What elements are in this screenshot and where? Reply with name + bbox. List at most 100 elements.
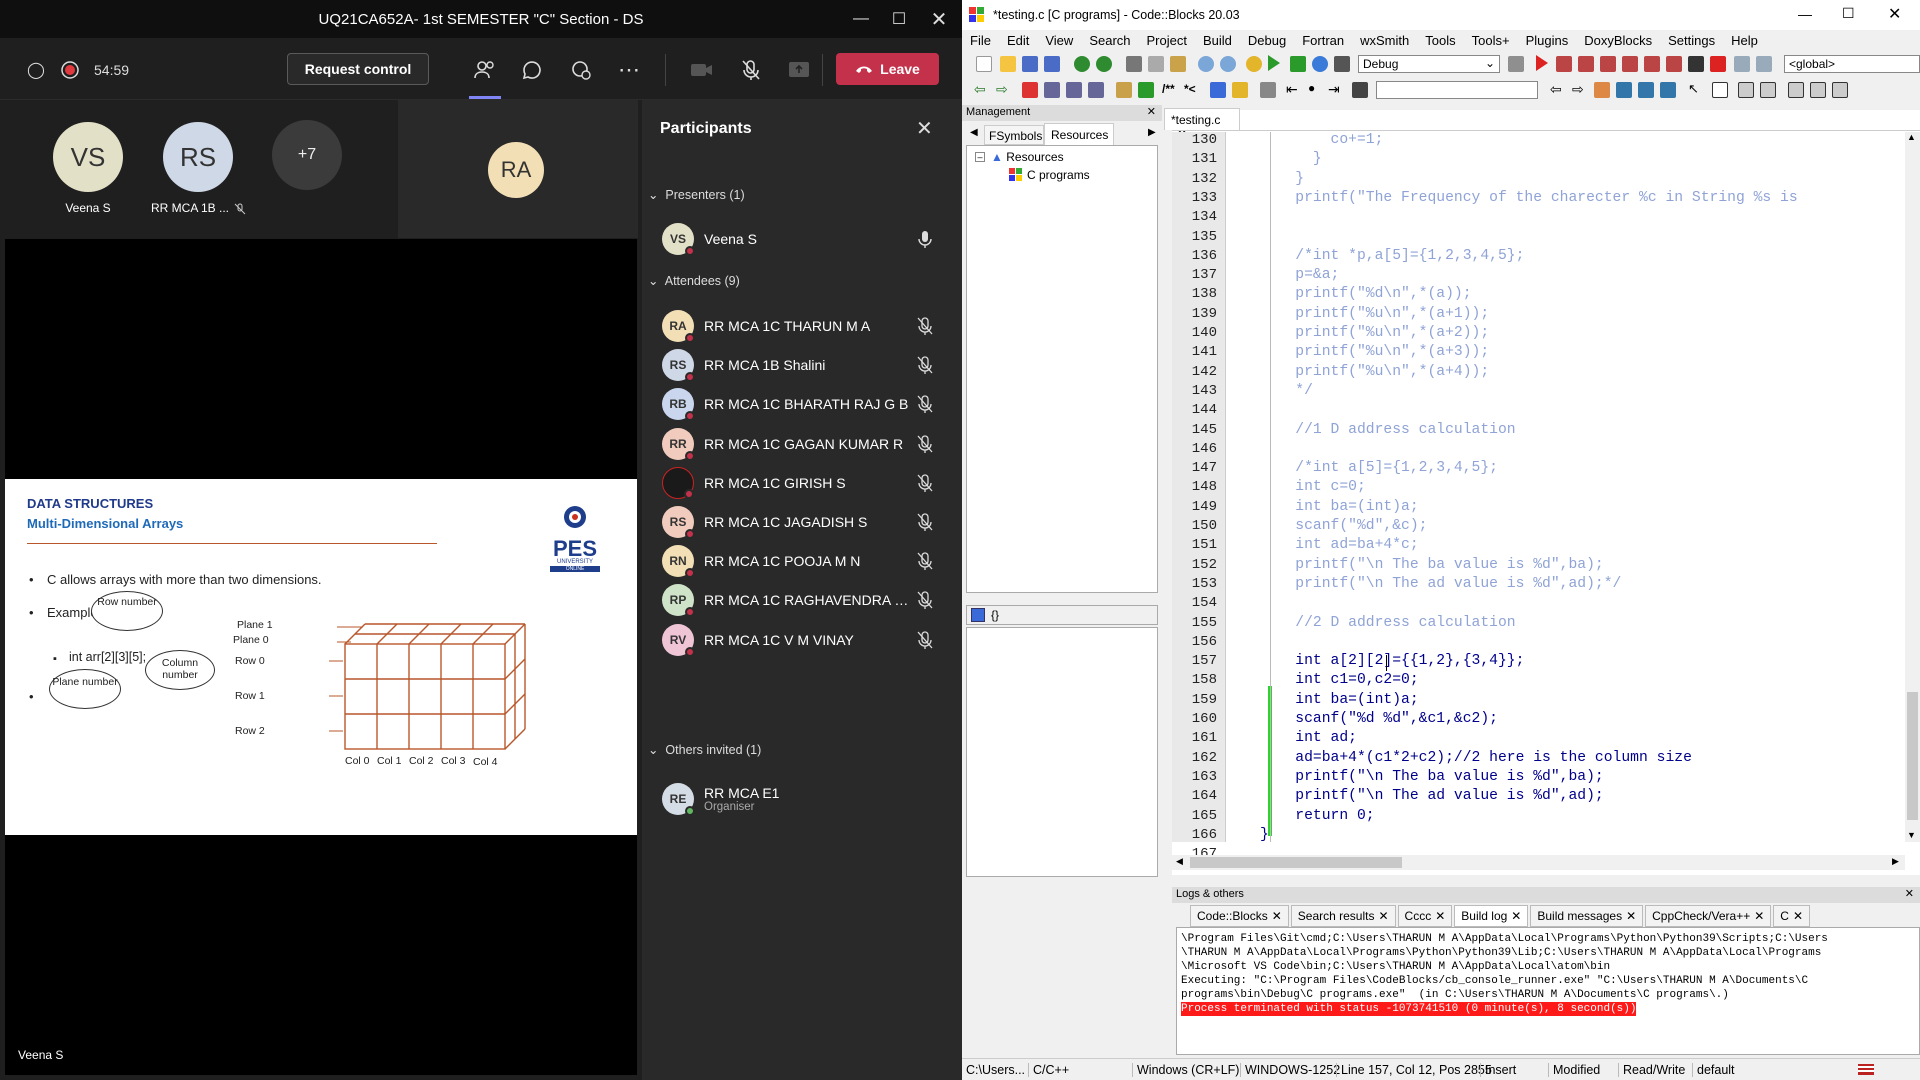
participant-row[interactable]: RR MCA 1C GIRISH S	[662, 464, 952, 502]
close-tab-icon[interactable]: ✕	[1626, 909, 1636, 923]
jump-forward-icon[interactable]: ⇥	[1328, 81, 1340, 98]
highlight-all-icon[interactable]	[1594, 82, 1610, 98]
log-tab[interactable]: CppCheck/Vera++ ✕	[1645, 905, 1772, 927]
button-widget-icon[interactable]	[1788, 82, 1804, 98]
camera-off-icon[interactable]	[686, 54, 718, 86]
scroll-thumb[interactable]	[1907, 692, 1918, 820]
tab-fsymbols[interactable]: FSymbols	[984, 125, 1044, 145]
code-editor[interactable]: *testing.c ✕ 130 131 132 133 134 135 136 137 138…	[1164, 108, 1920, 875]
maximize-icon[interactable]: ☐	[1842, 5, 1855, 22]
menu-item-edit[interactable]: Edit	[999, 33, 1037, 48]
step-into-icon[interactable]	[1600, 56, 1616, 72]
show-target-icon[interactable]	[1508, 56, 1524, 72]
tree-item-c-programs[interactable]: C programs	[1009, 168, 1090, 182]
menu-item-help[interactable]: Help	[1723, 33, 1766, 48]
panel-icon[interactable]	[1738, 82, 1754, 98]
comment-icon[interactable]: /**	[1162, 82, 1175, 96]
presenters-header[interactable]: ⌄ Presenters (1)	[648, 187, 745, 202]
match-case-icon[interactable]	[1638, 82, 1654, 98]
avatar-tile-1[interactable]: VS	[53, 122, 123, 192]
menu-item-file[interactable]: File	[962, 33, 999, 48]
close-icon[interactable]: ✕	[916, 0, 962, 38]
tree-collapse-icon[interactable]: –	[975, 152, 985, 162]
cut-icon[interactable]	[1126, 56, 1142, 72]
participant-row[interactable]: RA RR MCA 1C THARUN M A	[662, 307, 952, 345]
log-tab[interactable]: Build log ✕	[1454, 905, 1529, 927]
build-target-select[interactable]: Debug ⌄	[1358, 55, 1500, 73]
selected-text-icon[interactable]	[1616, 82, 1632, 98]
settings-wrench-icon[interactable]	[1260, 82, 1276, 98]
undo-icon[interactable]	[1074, 56, 1090, 72]
next-instruction-icon[interactable]	[1644, 56, 1660, 72]
menu-item-search[interactable]: Search	[1081, 33, 1138, 48]
menu-item-wxsmith[interactable]: wxSmith	[1352, 33, 1417, 48]
replace-icon[interactable]	[1220, 56, 1236, 72]
search-next-icon[interactable]: ⇨	[1572, 81, 1584, 98]
reactions-icon[interactable]	[565, 54, 597, 86]
menu-item-debug[interactable]: Debug	[1240, 33, 1294, 48]
save-icon[interactable]	[1022, 56, 1038, 72]
line-comment-icon[interactable]: *<	[1184, 82, 1196, 96]
menu-item-tools[interactable]: Tools+	[1464, 33, 1518, 48]
tree-item-resources[interactable]: ▲ Resources	[991, 150, 1064, 164]
copy-icon[interactable]	[1148, 56, 1164, 72]
menu-item-view[interactable]: View	[1037, 33, 1081, 48]
participant-row[interactable]: RN RR MCA 1C POOJA M N	[662, 542, 952, 580]
close-icon[interactable]: ✕	[1147, 105, 1156, 118]
close-tab-icon[interactable]: ✕	[1435, 909, 1445, 923]
participant-row[interactable]: RS RR MCA 1C JAGADISH S	[662, 503, 952, 541]
various-info-icon[interactable]	[1756, 56, 1772, 72]
back-icon[interactable]: ⇦	[974, 81, 986, 98]
horizontal-scrollbar[interactable]: ◀ ▶	[1172, 855, 1905, 870]
close-tab-icon[interactable]: ✕	[1511, 909, 1521, 923]
share-icon[interactable]	[783, 54, 815, 86]
close-panel-icon[interactable]: ✕	[916, 116, 933, 141]
bookmark-toggle-icon[interactable]	[1022, 82, 1038, 98]
participant-row[interactable]: RV RR MCA 1C V M VINAY	[662, 621, 952, 659]
run-icon[interactable]	[1268, 55, 1280, 71]
open-icon[interactable]	[1000, 56, 1016, 72]
menu-item-doxyblocks[interactable]: DoxyBlocks	[1576, 33, 1660, 48]
regex-icon[interactable]	[1660, 82, 1676, 98]
close-icon[interactable]: ✕	[1905, 887, 1914, 900]
next-line-icon[interactable]	[1578, 56, 1594, 72]
hscroll-thumb[interactable]	[1190, 857, 1402, 868]
menu-item-tools[interactable]: Tools	[1417, 33, 1463, 48]
scroll-left-icon[interactable]: ◀	[1176, 856, 1183, 867]
jump-icon[interactable]	[1116, 82, 1132, 98]
tab-scroll-right-icon[interactable]: ▶	[1148, 127, 1156, 138]
tab-resources[interactable]: Resources	[1044, 123, 1114, 145]
editor-tab[interactable]: *testing.c ✕	[1164, 108, 1240, 141]
debug-run-icon[interactable]	[1536, 55, 1548, 71]
log-tab[interactable]: C ✕	[1773, 905, 1810, 927]
more-participants-tile[interactable]: +7	[272, 120, 342, 190]
close-tab-icon[interactable]: ✕	[1378, 909, 1388, 923]
dialog-icon[interactable]	[1760, 82, 1776, 98]
others-header[interactable]: ⌄ Others invited (1)	[648, 742, 761, 757]
request-control-button[interactable]: Request control	[287, 53, 429, 85]
log-tab[interactable]: Cccc ✕	[1397, 905, 1453, 927]
redo-icon[interactable]	[1096, 56, 1112, 72]
participant-row[interactable]: RE RR MCA E1 Organiser	[662, 777, 952, 821]
step-into-instruction-icon[interactable]	[1666, 56, 1682, 72]
participant-row[interactable]: RS RR MCA 1B Shalini	[662, 346, 952, 384]
doxy-extract-icon[interactable]	[1210, 82, 1226, 98]
shield-icon[interactable]: ◯	[20, 54, 52, 86]
doxy-help-icon[interactable]	[1232, 82, 1248, 98]
find-icon[interactable]	[1198, 56, 1214, 72]
symbols-brace-tab[interactable]: {}	[991, 608, 999, 622]
save-all-icon[interactable]	[1044, 56, 1060, 72]
pointer-icon[interactable]: ↖	[1688, 81, 1699, 97]
log-tab[interactable]: Search results ✕	[1290, 905, 1396, 927]
frame-icon[interactable]	[1712, 82, 1728, 98]
incremental-search-input[interactable]	[1376, 81, 1538, 99]
attendees-header[interactable]: ⌄ Attendees (9)	[648, 273, 740, 288]
mic-off-icon[interactable]	[735, 54, 767, 86]
participant-row[interactable]: RP RR MCA 1C RAGHAVENDRA N P...	[662, 581, 952, 619]
paste-icon[interactable]	[1170, 56, 1186, 72]
log-tab[interactable]: Build messages ✕	[1530, 905, 1644, 927]
leave-button[interactable]: Leave	[836, 53, 939, 85]
more-options-icon[interactable]: ⋯	[613, 54, 645, 86]
menu-item-project[interactable]: Project	[1139, 33, 1195, 48]
incremental-search-icon[interactable]	[1352, 82, 1368, 98]
